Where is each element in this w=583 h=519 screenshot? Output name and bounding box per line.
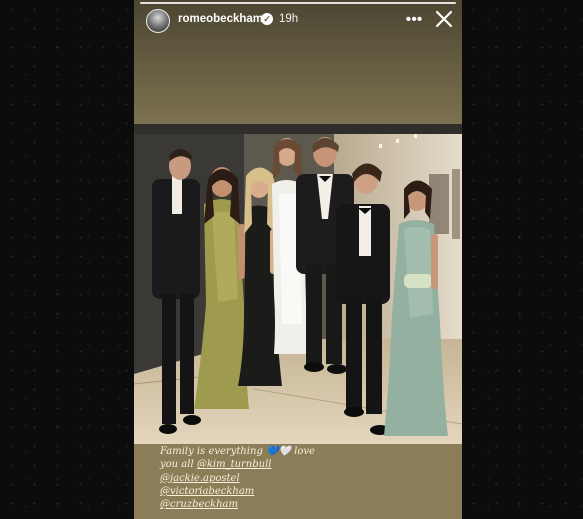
story-caption: Family is everything 💙🤍 love you all @ki…: [160, 445, 460, 511]
family-photo-illustration: [134, 124, 462, 444]
story-progress-bar: [140, 2, 456, 4]
caption-line-1: Family is everything 💙🤍 love: [160, 445, 460, 458]
mention-link[interactable]: @cruzbeckham: [160, 499, 238, 510]
username[interactable]: romeobeckham: [178, 13, 263, 25]
verified-icon: ✓: [261, 13, 273, 25]
more-options-button[interactable]: •••: [402, 10, 426, 30]
story-header: romeobeckham ✓ 19h •••: [144, 8, 454, 33]
blue-heart-emoji: 💙: [266, 446, 279, 457]
more-icon: •••: [405, 11, 423, 28]
mention-link[interactable]: @kim_turnbull: [197, 459, 272, 470]
caption-line-3: @jackie.apostel: [160, 472, 460, 485]
background-left: [0, 0, 134, 519]
close-icon: [435, 10, 453, 28]
close-button[interactable]: [434, 9, 454, 29]
white-heart-emoji: 🤍: [278, 446, 291, 457]
mention-link[interactable]: @victoriabeckham: [160, 486, 254, 497]
caption-text-love: love: [290, 446, 315, 457]
post-time: 19h: [279, 13, 299, 25]
mention-link[interactable]: @jackie.apostel: [160, 473, 240, 484]
instagram-story[interactable]: romeobeckham ✓ 19h ••• Family is everyth…: [134, 0, 462, 519]
caption-text: Family is everything: [160, 446, 267, 457]
avatar[interactable]: [146, 9, 170, 33]
caption-text-you-all: you all: [160, 459, 197, 471]
caption-line-5: @cruzbeckham: [160, 498, 460, 511]
caption-line-2: you all @kim_turnbull: [160, 458, 460, 471]
story-photo: [134, 124, 462, 444]
background-right: [462, 0, 583, 519]
caption-line-4: @victoriabeckham: [160, 485, 460, 498]
